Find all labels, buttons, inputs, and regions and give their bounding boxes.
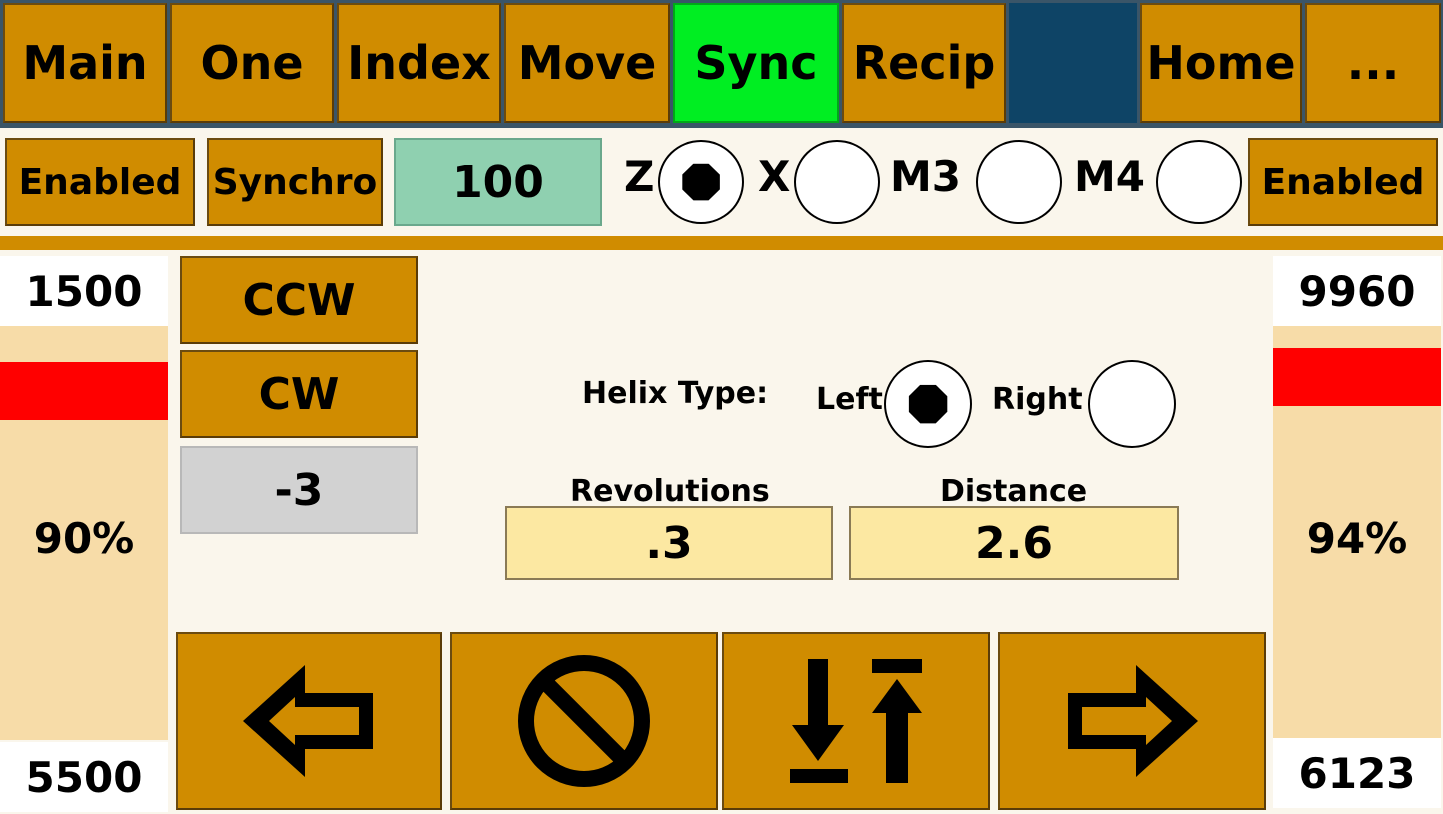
- right-gauge-percent: 94%: [1306, 514, 1408, 563]
- jog-left-button[interactable]: [176, 632, 442, 810]
- helix-left-radio[interactable]: [884, 360, 972, 448]
- distance-field[interactable]: 2.6: [849, 506, 1179, 580]
- axis-m4-label: M4: [1074, 152, 1146, 201]
- tab-recip-label: Recip: [852, 36, 996, 90]
- radio-selected-dot: [908, 384, 948, 424]
- helix-left-label: Left: [816, 382, 883, 417]
- helix-right-radio[interactable]: [1088, 360, 1176, 448]
- tab-index-label: Index: [347, 36, 491, 90]
- right-gauge-bottom-value: 6123: [1273, 738, 1441, 808]
- tab-sync[interactable]: Sync: [673, 3, 839, 123]
- tab-home-label: Home: [1146, 36, 1296, 90]
- tab-recip[interactable]: Recip: [842, 3, 1006, 123]
- left-gauge-bottom-value: 5500: [0, 742, 168, 812]
- ccw-button[interactable]: CCW: [180, 256, 418, 344]
- helix-right-label: Right: [992, 382, 1083, 417]
- stop-icon: [518, 655, 650, 787]
- ccw-label: CCW: [242, 274, 356, 326]
- tab-more[interactable]: ...: [1305, 3, 1441, 123]
- axis-m3-label: M3: [890, 152, 962, 201]
- step-field[interactable]: -3: [180, 446, 418, 534]
- divider: [0, 236, 1443, 250]
- right-enable-button[interactable]: Enabled: [1248, 138, 1438, 226]
- tab-home[interactable]: Home: [1140, 3, 1302, 123]
- axis-x-label: X: [758, 152, 791, 201]
- right-enable-label: Enabled: [1261, 161, 1425, 203]
- tab-move-label: Move: [517, 36, 657, 90]
- cw-label: CW: [258, 368, 340, 420]
- left-gauge-top-value: 1500: [0, 256, 168, 326]
- arrow-left-icon: [243, 665, 373, 777]
- sync-toggle-button[interactable]: [722, 632, 990, 810]
- right-gauge-level-bar[interactable]: [1273, 348, 1441, 406]
- tab-one[interactable]: One: [170, 3, 334, 123]
- left-enable-button[interactable]: Enabled: [5, 138, 195, 226]
- right-gauge-top-value: 9960: [1273, 256, 1441, 326]
- synchro-mode-label: Synchro: [212, 161, 378, 203]
- sync-up-down-icon: [790, 659, 922, 783]
- cw-button[interactable]: CW: [180, 350, 418, 438]
- axis-z-radio[interactable]: [658, 140, 744, 224]
- tab-move[interactable]: Move: [504, 3, 670, 123]
- axis-x-radio[interactable]: [794, 140, 880, 224]
- revolutions-field[interactable]: .3: [505, 506, 833, 580]
- helix-type-label: Helix Type:: [582, 376, 769, 411]
- synchro-mode-button[interactable]: Synchro: [207, 138, 383, 226]
- tab-main-label: Main: [22, 36, 148, 90]
- jog-right-button[interactable]: [998, 632, 1266, 810]
- tab-main[interactable]: Main: [3, 3, 167, 123]
- left-enable-label: Enabled: [18, 161, 182, 203]
- feed-rate-field[interactable]: 100: [394, 138, 602, 226]
- arrow-right-icon: [1068, 665, 1198, 777]
- axis-z-label: Z: [624, 152, 655, 201]
- tab-index[interactable]: Index: [337, 3, 501, 123]
- radio-selected-dot: [682, 163, 720, 201]
- axis-m3-radio[interactable]: [976, 140, 1062, 224]
- revolutions-label: Revolutions: [570, 474, 770, 509]
- stop-button[interactable]: [450, 632, 718, 810]
- distance-label: Distance: [940, 474, 1088, 509]
- tab-blank[interactable]: [1009, 3, 1137, 123]
- left-gauge-level-bar[interactable]: [0, 362, 168, 420]
- tab-one-label: One: [200, 36, 304, 90]
- tab-sync-label: Sync: [694, 36, 818, 90]
- axis-m4-radio[interactable]: [1156, 140, 1242, 224]
- left-gauge-percent: 90%: [33, 514, 135, 563]
- tab-more-label: ...: [1346, 36, 1400, 90]
